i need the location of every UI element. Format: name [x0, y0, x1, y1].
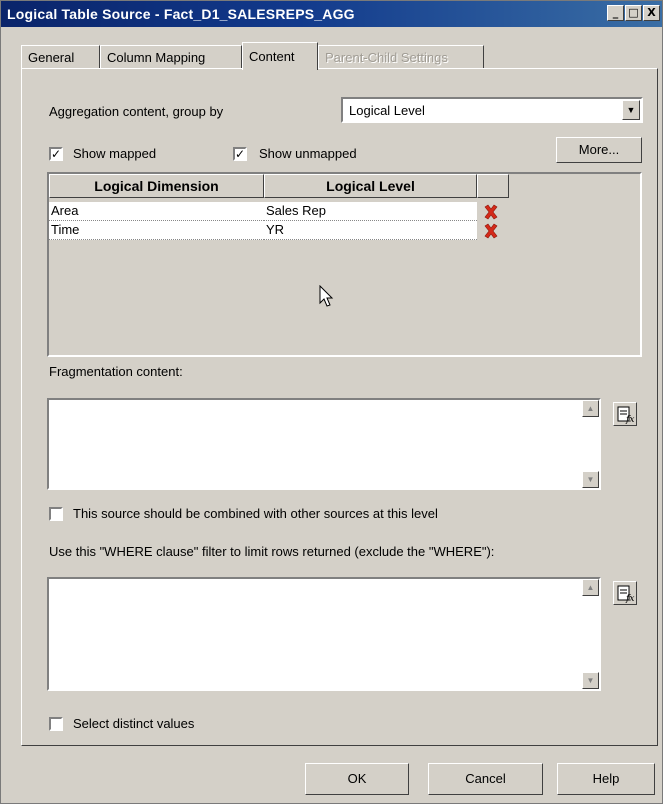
chevron-down-icon[interactable]: ▼ — [622, 100, 640, 120]
select-distinct-label: Select distinct values — [73, 716, 195, 731]
tab-column-mapping[interactable]: Column Mapping — [100, 45, 242, 69]
where-clause-textarea[interactable]: ▲ ▼ — [47, 577, 601, 691]
column-header-logical-dimension[interactable]: Logical Dimension — [49, 174, 264, 198]
tab-parent-child-settings[interactable]: Parent-Child Settings — [318, 45, 484, 69]
title-bar[interactable]: Logical Table Source - Fact_D1_SALESREPS… — [1, 1, 662, 27]
minimize-button[interactable]: _ — [607, 5, 624, 21]
dialog-window: Logical Table Source - Fact_D1_SALESREPS… — [0, 0, 663, 804]
aggregation-label: Aggregation content, group by — [49, 104, 224, 119]
svg-text:fx: fx — [625, 594, 634, 604]
scroll-down-icon[interactable]: ▼ — [582, 471, 599, 488]
content-grid: Logical Dimension Logical Level Area Sal… — [47, 172, 642, 357]
tab-content[interactable]: Content — [242, 42, 318, 70]
grid-cell-dimension[interactable]: Time — [49, 221, 264, 240]
combine-sources-label: This source should be combined with othe… — [73, 506, 438, 521]
svg-text:fx: fx — [625, 415, 634, 425]
where-clause-label: Use this "WHERE clause" filter to limit … — [49, 544, 495, 559]
where-clause-scrollbar[interactable]: ▲ ▼ — [582, 579, 599, 689]
column-header-delete — [477, 174, 509, 198]
combine-sources-checkbox[interactable] — [49, 507, 63, 521]
delete-icon[interactable] — [483, 223, 499, 239]
close-button[interactable]: X — [643, 5, 660, 21]
select-distinct-checkbox[interactable] — [49, 717, 63, 731]
formula-icon: fx — [617, 406, 634, 425]
maximize-button[interactable]: □ — [625, 5, 642, 21]
scroll-up-icon[interactable]: ▲ — [582, 579, 599, 596]
aggregation-value: Logical Level — [349, 103, 425, 118]
tab-general[interactable]: General — [21, 45, 100, 69]
ok-button[interactable]: OK — [305, 763, 409, 795]
fragmentation-label: Fragmentation content: — [49, 364, 183, 379]
show-unmapped-checkbox[interactable]: ✓ — [233, 147, 247, 161]
show-mapped-checkbox[interactable]: ✓ — [49, 147, 63, 161]
help-button[interactable]: Help — [557, 763, 655, 795]
grid-cell-level[interactable]: Sales Rep — [264, 202, 477, 221]
fragmentation-scrollbar[interactable]: ▲ ▼ — [582, 400, 599, 488]
show-unmapped-label: Show unmapped — [259, 146, 357, 161]
aggregation-select[interactable]: Logical Level ▼ — [341, 97, 643, 123]
column-header-logical-level[interactable]: Logical Level — [264, 174, 477, 198]
mouse-pointer-icon — [319, 285, 334, 307]
grid-cell-level[interactable]: YR — [264, 221, 477, 240]
cancel-button[interactable]: Cancel — [428, 763, 543, 795]
fragmentation-textarea[interactable]: ▲ ▼ — [47, 398, 601, 490]
formula-icon: fx — [617, 585, 634, 604]
expression-builder-button[interactable]: fx — [613, 581, 637, 605]
scroll-down-icon[interactable]: ▼ — [582, 672, 599, 689]
scroll-up-icon[interactable]: ▲ — [582, 400, 599, 417]
grid-cell-dimension[interactable]: Area — [49, 202, 264, 221]
expression-builder-button[interactable]: fx — [613, 402, 637, 426]
delete-icon[interactable] — [483, 204, 499, 220]
more-button[interactable]: More... — [556, 137, 642, 163]
show-mapped-label: Show mapped — [73, 146, 157, 161]
window-title: Logical Table Source - Fact_D1_SALESREPS… — [7, 6, 355, 22]
